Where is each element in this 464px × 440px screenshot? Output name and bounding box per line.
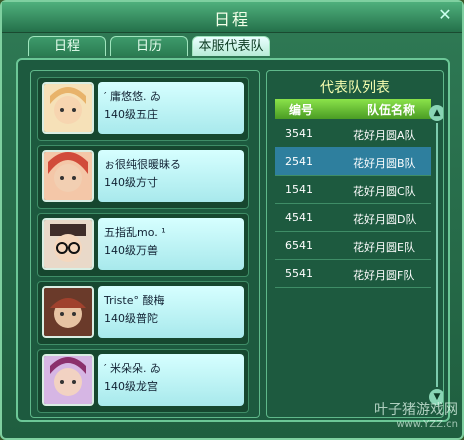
schedule-window: 日程 ✕ 日程 日历 本服代表队 ′ 庸悠悠. ゐ 140级五庄 ぉ很纯很暖昧る… <box>0 0 464 440</box>
table-row[interactable]: 6541 花好月圆E队 <box>275 231 431 260</box>
row-id: 4541 <box>285 211 313 224</box>
member-info: Triste° 酸梅 140级普陀 <box>98 286 244 338</box>
table-row[interactable]: 3541 花好月圆A队 <box>275 119 431 148</box>
tab-calendar[interactable]: 日历 <box>110 36 188 56</box>
row-team-name: 花好月圆B队 <box>353 157 416 170</box>
member-list: ′ 庸悠悠. ゐ 140级五庄 ぉ很纯很暖昧る 140级方寸 五指乱mo. ¹ … <box>30 70 260 418</box>
member-info: ′ 庸悠悠. ゐ 140级五庄 <box>98 82 244 134</box>
table-row[interactable]: 2541 花好月圆B队 <box>275 147 431 176</box>
row-id: 1541 <box>285 183 313 196</box>
scroll-up-icon[interactable]: ▲ <box>429 105 443 121</box>
team-list-panel: 代表队列表 编号 队伍名称 3541 花好月圆A队 2541 花好月圆B队 15… <box>266 70 444 418</box>
avatar <box>42 218 94 270</box>
tab-server-team[interactable]: 本服代表队 <box>192 36 270 56</box>
member-name: Triste° 酸梅 <box>104 294 165 307</box>
table-row[interactable]: 4541 花好月圆D队 <box>275 203 431 232</box>
member-info: ぉ很纯很暖昧る 140级方寸 <box>98 150 244 202</box>
watermark-url: www.YZZ.cn <box>396 419 458 430</box>
watermark-text: 叶子猪游戏网 <box>374 402 458 418</box>
watermark: 叶子猪游戏网 www.YZZ.cn <box>374 399 458 430</box>
member-name: ′ 庸悠悠. ゐ <box>104 90 161 103</box>
title-bar: 日程 ✕ <box>2 2 462 33</box>
member-info: ′ 米朵朵. ゐ 140级龙宫 <box>98 354 244 406</box>
member-card[interactable]: ′ 米朵朵. ゐ 140级龙宫 <box>37 349 249 413</box>
member-level-school: 140级普陀 <box>104 312 158 325</box>
team-list-header: 编号 队伍名称 <box>275 99 431 119</box>
avatar <box>42 354 94 406</box>
row-id: 2541 <box>285 155 313 168</box>
member-card[interactable]: Triste° 酸梅 140级普陀 <box>37 281 249 345</box>
avatar <box>42 150 94 202</box>
tab-schedule[interactable]: 日程 <box>28 36 106 56</box>
row-id: 6541 <box>285 239 313 252</box>
team-list-title: 代表队列表 <box>320 80 390 96</box>
header-team-name: 队伍名称 <box>367 103 416 117</box>
row-team-name: 花好月圆E队 <box>353 241 415 254</box>
row-team-name: 花好月圆F队 <box>353 269 415 282</box>
member-card[interactable]: ′ 庸悠悠. ゐ 140级五庄 <box>37 77 249 141</box>
window-title: 日程 <box>213 10 250 29</box>
avatar <box>42 82 94 134</box>
row-team-name: 花好月圆C队 <box>353 185 416 198</box>
member-card[interactable]: 五指乱mo. ¹ 140级万兽 <box>37 213 249 277</box>
member-level-school: 140级龙宫 <box>104 380 158 393</box>
table-row[interactable]: 5541 花好月圆F队 <box>275 259 431 288</box>
table-row[interactable]: 1541 花好月圆C队 <box>275 175 431 204</box>
close-icon[interactable]: ✕ <box>436 6 454 24</box>
row-id: 3541 <box>285 127 313 140</box>
scroll-track[interactable] <box>436 123 438 387</box>
tab-content: ′ 庸悠悠. ゐ 140级五庄 ぉ很纯很暖昧る 140级方寸 五指乱mo. ¹ … <box>16 58 450 422</box>
member-card[interactable]: ぉ很纯很暖昧る 140级方寸 <box>37 145 249 209</box>
member-name: ′ 米朵朵. ゐ <box>104 362 161 375</box>
member-level-school: 140级万兽 <box>104 244 158 257</box>
member-level-school: 140级方寸 <box>104 176 158 189</box>
member-info: 五指乱mo. ¹ 140级万兽 <box>98 218 244 270</box>
row-team-name: 花好月圆A队 <box>353 129 416 142</box>
row-id: 5541 <box>285 267 313 280</box>
avatar <box>42 286 94 338</box>
scrollbar[interactable]: ▲ ▼ <box>429 105 443 405</box>
row-team-name: 花好月圆D队 <box>353 213 417 226</box>
header-id: 编号 <box>289 103 314 117</box>
member-name: 五指乱mo. ¹ <box>104 226 166 239</box>
member-name: ぉ很纯很暖昧る <box>104 158 181 171</box>
member-level-school: 140级五庄 <box>104 108 158 121</box>
